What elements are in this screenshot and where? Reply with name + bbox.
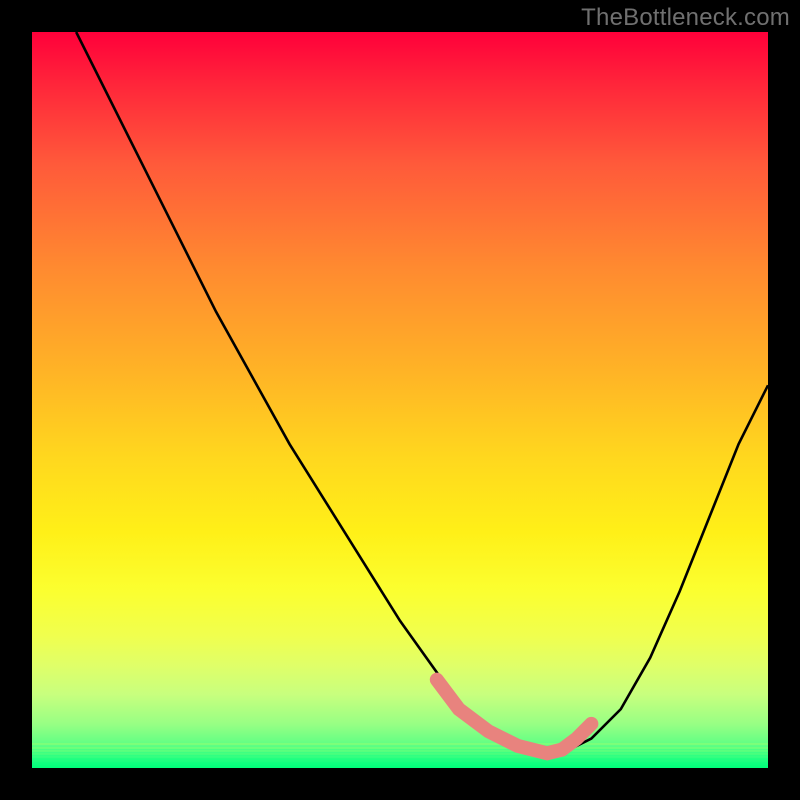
chart-frame: TheBottleneck.com [0,0,800,800]
optimal-zone-bottom [437,680,562,754]
curve-layer [32,32,768,768]
bottleneck-curve [76,32,768,753]
optimal-zone-right [562,724,591,750]
plot-area [32,32,768,768]
watermark-text: TheBottleneck.com [581,4,790,32]
